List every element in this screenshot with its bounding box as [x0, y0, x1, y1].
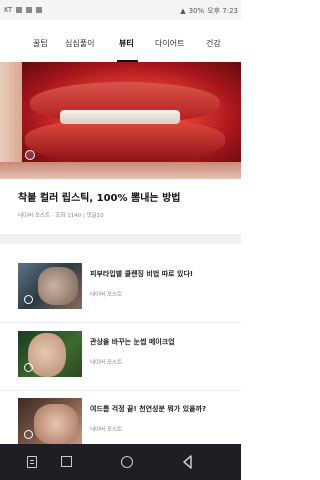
tab-beauty[interactable]: 뷰티 — [119, 38, 134, 49]
video-badge-icon — [24, 363, 33, 372]
video-badge-icon — [25, 150, 35, 160]
chin-area — [0, 162, 241, 179]
article-thumbnail — [18, 398, 82, 444]
category-tabs: 꿀팁 심심풀이 뷰티 다이어트 건강 — [0, 26, 241, 62]
article-title: 피부타입별 클렌징 비법 따로 있다! — [90, 270, 194, 278]
featured-title[interactable]: 착붙 컬러 립스틱, 100% 뽐내는 방법 — [18, 189, 181, 204]
tab-fun[interactable]: 심심풀이 — [65, 38, 94, 49]
article-source: 네이버 포스트 — [90, 427, 123, 433]
signal-icon: ▲ — [180, 7, 186, 15]
video-badge-icon — [24, 430, 33, 439]
section-divider — [0, 234, 241, 244]
tab-health[interactable]: 건강 — [206, 38, 221, 49]
article-source: 네이버 포스트 — [90, 360, 123, 366]
row-divider — [0, 390, 241, 391]
featured-meta: 네이버 포스트 · 조회 1140 | 댓글10 — [18, 213, 104, 219]
carrier-label: KT — [4, 6, 13, 14]
article-title: 여드름 걱정 끝! 천연성분 뭐가 있을까? — [90, 405, 207, 413]
article-title: 관상을 바꾸는 눈썹 메이크업 — [90, 338, 175, 346]
battery-level: 30% — [188, 7, 205, 15]
article-thumbnail — [18, 263, 82, 309]
article-thumbnail — [18, 331, 82, 377]
lower-lip — [25, 120, 225, 164]
featured-image[interactable] — [0, 62, 241, 179]
status-bar: KT ▲ 30% 오후 7:23 — [0, 0, 241, 20]
recent-apps-icon[interactable] — [24, 454, 40, 470]
navigation-bar — [0, 444, 241, 480]
teeth — [60, 110, 180, 124]
tab-tips[interactable]: 꿀팁 — [33, 38, 48, 49]
list-item[interactable]: 피부타입별 클렌징 비법 따로 있다! 네이버 포스트 — [0, 263, 241, 328]
article-source: 네이버 포스트 — [90, 292, 123, 298]
play-icon — [16, 7, 23, 13]
clock: 오후 7:23 — [207, 7, 238, 15]
overview-icon[interactable] — [59, 454, 75, 470]
status-right: ▲ 30% 오후 7:23 — [180, 6, 238, 16]
image-icon — [26, 7, 33, 13]
video-badge-icon — [24, 295, 33, 304]
home-icon[interactable] — [119, 454, 135, 470]
back-icon[interactable] — [180, 454, 196, 470]
tab-diet[interactable]: 다이어트 — [155, 38, 184, 49]
row-divider — [0, 322, 241, 323]
notification-icon — [36, 7, 43, 13]
status-left: KT — [4, 6, 43, 14]
list-item[interactable]: 관상을 바꾸는 눈썹 메이크업 네이버 포스트 — [0, 331, 241, 396]
